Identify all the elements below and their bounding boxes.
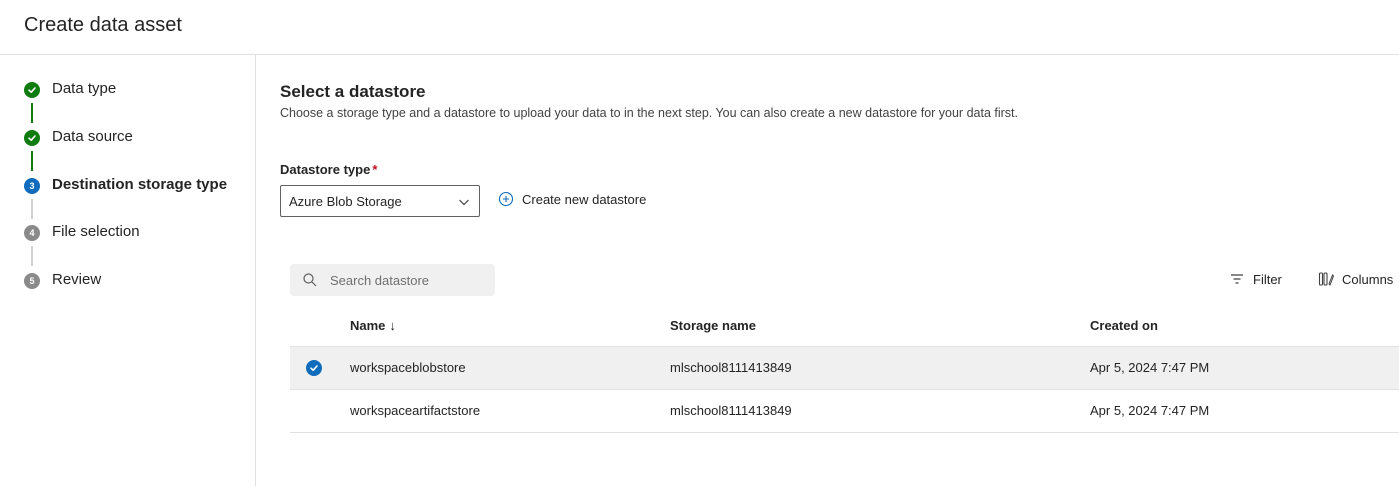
step-label: Data type (52, 80, 117, 97)
step-label: Review (52, 271, 102, 288)
step-connector (31, 246, 33, 266)
cell-created-on: Apr 5, 2024 7:47 PM (1090, 360, 1210, 375)
cell-created-on: Apr 5, 2024 7:47 PM (1090, 403, 1210, 418)
step-number-icon: 5 (24, 273, 40, 289)
create-new-datastore-label: Create new datastore (522, 191, 647, 207)
search-datastore-input[interactable] (330, 264, 490, 296)
filter-button[interactable]: Filter (1229, 271, 1282, 287)
page-title: Create data asset (24, 14, 182, 36)
step-label: Destination storage type (52, 176, 228, 193)
checkmark-circle-icon (24, 82, 40, 98)
step-label: File selection (52, 223, 140, 240)
datastore-table: Name ↓ Storage name Created on workspaceb… (290, 305, 1399, 433)
cell-storage-name: mlschool8111413849 (670, 403, 792, 418)
cell-name: workspaceblobstore (350, 360, 466, 375)
add-circle-icon (498, 191, 514, 207)
step-number-icon: 3 (24, 178, 40, 194)
step-review[interactable]: 5 Review (24, 269, 101, 293)
column-header-name[interactable]: Name ↓ (350, 318, 396, 333)
checkmark-circle-icon (24, 130, 40, 146)
main-content: Select a datastore Choose a storage type… (256, 55, 1399, 486)
table-row[interactable]: workspaceartifactstore mlschool811141384… (290, 390, 1399, 433)
dropdown-selected-value: Azure Blob Storage (289, 193, 402, 209)
step-connector (31, 103, 33, 123)
columns-label: Columns (1342, 271, 1394, 287)
column-header-name-label: Name (350, 318, 386, 333)
filter-label: Filter (1253, 271, 1282, 287)
cell-name: workspaceartifactstore (350, 403, 481, 418)
checkmark-circle-icon[interactable] (306, 360, 322, 376)
dialog-header: Create data asset (0, 0, 1399, 55)
datastore-type-dropdown[interactable]: Azure Blob Storage (280, 185, 480, 217)
columns-button[interactable]: Columns (1318, 271, 1393, 287)
sort-descending-icon: ↓ (389, 318, 396, 333)
step-data-type[interactable]: Data type (24, 78, 116, 102)
create-new-datastore-button[interactable]: Create new datastore (498, 191, 646, 207)
columns-edit-icon (1318, 272, 1334, 286)
datastore-type-label-text: Datastore type (280, 162, 371, 177)
section-title: Select a datastore (280, 82, 426, 101)
step-number-icon: 4 (24, 225, 40, 241)
table-header: Name ↓ Storage name Created on (290, 305, 1399, 347)
column-header-storage-name[interactable]: Storage name (670, 318, 756, 333)
search-box (290, 264, 495, 296)
required-mark: * (372, 162, 378, 177)
chevron-down-icon (459, 199, 469, 206)
step-label: Data source (52, 128, 133, 145)
column-header-created-on[interactable]: Created on (1090, 318, 1158, 333)
section-description: Choose a storage type and a datastore to… (280, 106, 1018, 120)
step-connector (31, 151, 33, 171)
step-connector (31, 199, 33, 219)
step-data-source[interactable]: Data source (24, 126, 133, 150)
table-row[interactable]: workspaceblobstore mlschool8111413849 Ap… (290, 347, 1399, 390)
filter-icon (1231, 274, 1243, 284)
cell-storage-name: mlschool8111413849 (670, 360, 792, 375)
datastore-type-label: Datastore type * (280, 162, 377, 177)
step-destination-storage-type[interactable]: 3 Destination storage type (24, 174, 227, 198)
step-file-selection[interactable]: 4 File selection (24, 221, 140, 245)
search-icon (303, 273, 317, 287)
wizard-steps: Data type Data source 3 Destination stor… (0, 55, 256, 486)
